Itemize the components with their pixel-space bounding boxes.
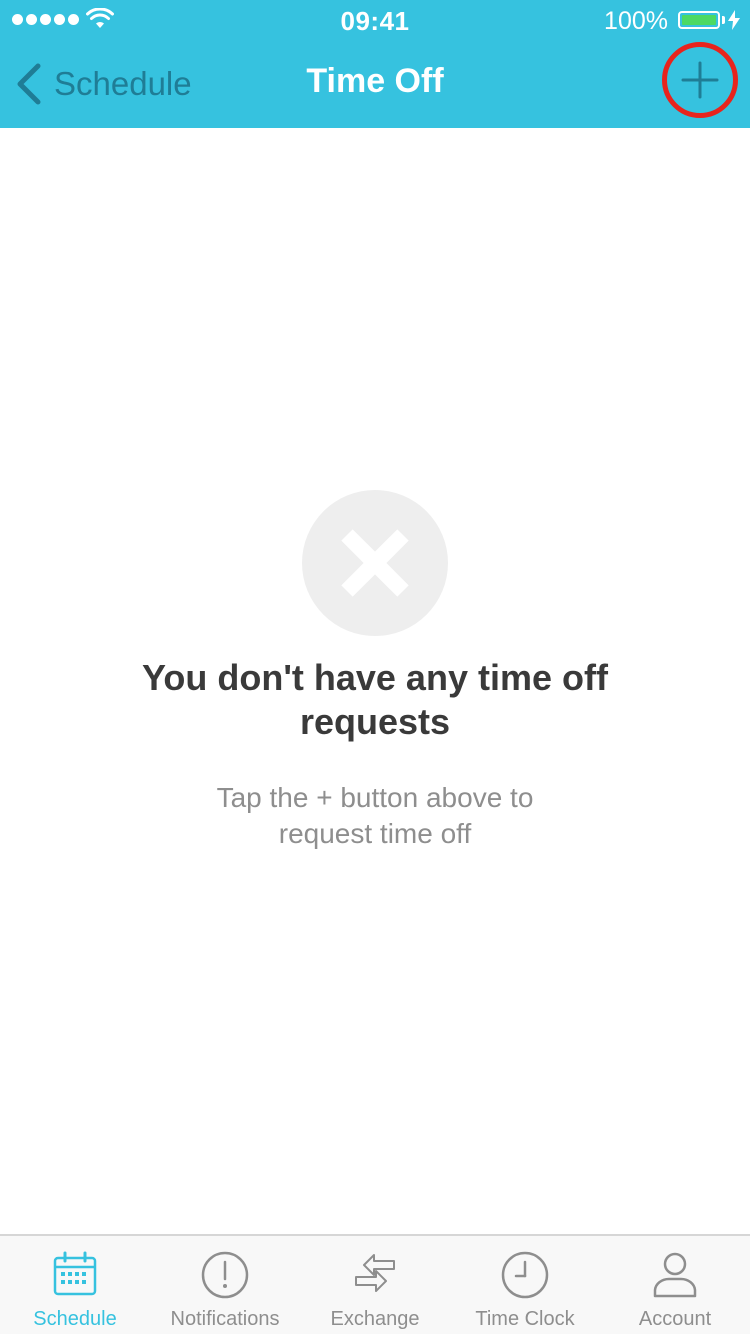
tab-bar: Schedule Notifications Exchange Time Clo…: [0, 1234, 750, 1334]
exclamation-icon: [201, 1251, 249, 1299]
empty-state-title: You don't have any time off requests: [142, 657, 608, 742]
x-icon: [341, 529, 409, 597]
tab-label: Schedule: [33, 1308, 117, 1330]
tab-account[interactable]: Account: [600, 1236, 750, 1334]
nav-bar: Schedule Time Off: [0, 40, 750, 128]
battery-percent: 100%: [604, 7, 668, 35]
charging-bolt-icon: [728, 10, 740, 30]
status-bar: 09:41 100%: [0, 0, 750, 40]
exchange-arrows-icon: [355, 1254, 395, 1292]
tab-schedule[interactable]: Schedule: [0, 1236, 150, 1334]
tab-label: Exchange: [330, 1308, 420, 1330]
person-icon: [653, 1252, 697, 1298]
header: 09:41 100% Schedule Time Off: [0, 0, 750, 128]
clock-icon: [501, 1251, 549, 1299]
tab-label: Account: [638, 1308, 712, 1330]
tab-label: Notifications: [170, 1308, 280, 1330]
tab-label: Time Clock: [475, 1308, 575, 1330]
tab-exchange[interactable]: Exchange: [300, 1236, 450, 1334]
time-off-screen: 09:41 100% Schedule Time Off You don't h…: [0, 0, 750, 1334]
empty-state-badge: [302, 490, 448, 636]
add-time-off-button[interactable]: [662, 42, 738, 118]
battery-tip: [722, 16, 725, 24]
tab-notifications[interactable]: Notifications: [150, 1236, 300, 1334]
calendar-icon: [53, 1251, 97, 1296]
tab-time-clock[interactable]: Time Clock: [450, 1236, 600, 1334]
empty-state: You don't have any time off requests Tap…: [0, 490, 750, 852]
battery-level: [682, 15, 716, 25]
page-title: Time Off: [306, 62, 444, 100]
battery-icon: [678, 11, 720, 29]
plus-icon: [681, 61, 719, 99]
empty-state-subtitle: Tap the + button above to request time o…: [216, 782, 534, 849]
